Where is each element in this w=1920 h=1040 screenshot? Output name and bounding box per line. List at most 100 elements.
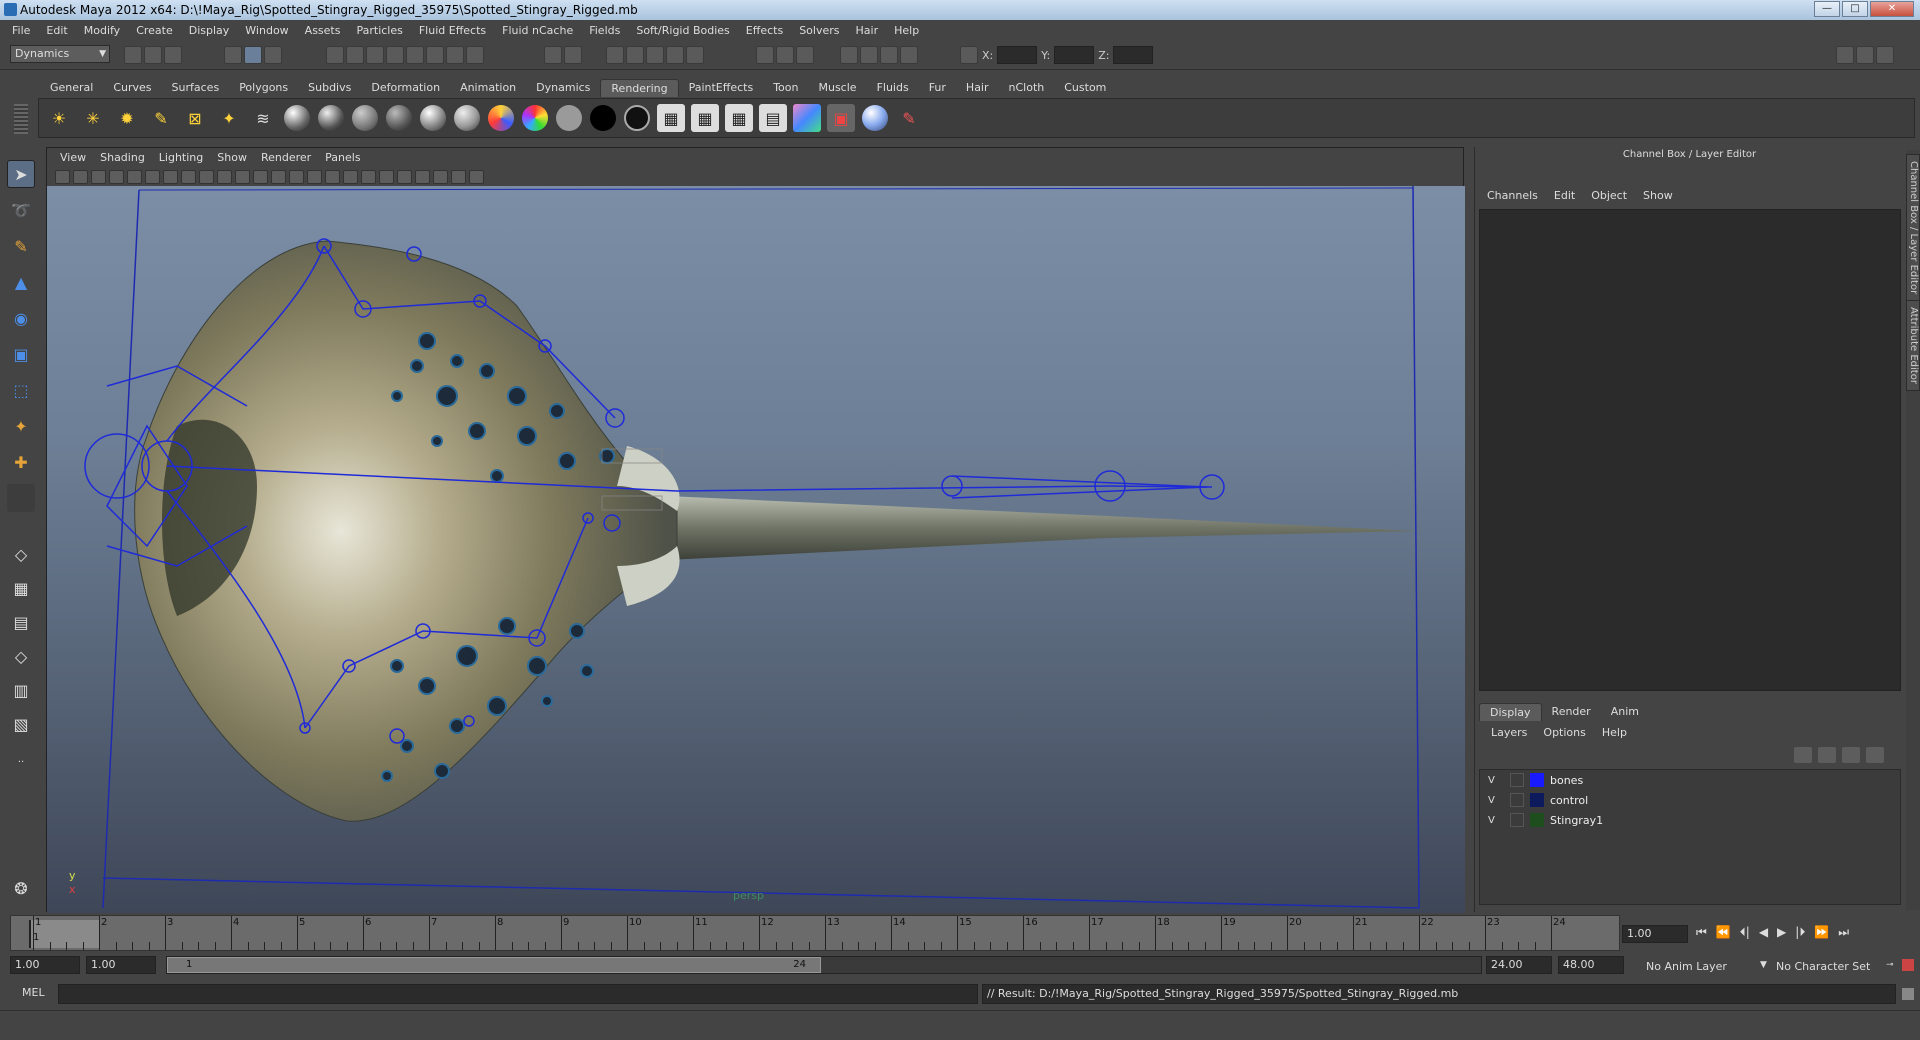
film-gate-icon[interactable] <box>181 169 196 184</box>
xray-joints-icon[interactable] <box>451 169 466 184</box>
mental-ray-icon[interactable] <box>861 104 889 132</box>
wireframe-on-shaded-icon[interactable] <box>325 169 340 184</box>
resolution-gate-icon[interactable] <box>199 169 214 184</box>
layer-menu-layers[interactable]: Layers <box>1483 726 1535 739</box>
shelf-tab-painteffects[interactable]: PaintEffects <box>679 79 764 97</box>
misc-mask-icon[interactable] <box>466 46 484 64</box>
two-d-pan-zoom-icon[interactable] <box>127 169 142 184</box>
step-forward-key-icon[interactable]: ⏩ <box>1814 925 1829 940</box>
menu-window[interactable]: Window <box>237 24 296 37</box>
lambert-material-icon[interactable] <box>351 104 379 132</box>
menu-fluid-effects[interactable]: Fluid Effects <box>411 24 494 37</box>
menu-display[interactable]: Display <box>181 24 238 37</box>
menu-effects[interactable]: Effects <box>738 24 791 37</box>
phong-material-icon[interactable] <box>419 104 447 132</box>
viewport-menu-show[interactable]: Show <box>210 151 254 164</box>
ramp-shader-icon[interactable] <box>487 104 515 132</box>
light-linking-icon[interactable]: ≋ <box>249 104 277 132</box>
shelf-tab-polygons[interactable]: Polygons <box>229 79 298 97</box>
viewport-menu-renderer[interactable]: Renderer <box>254 151 318 164</box>
shelf-tab-fur[interactable]: Fur <box>919 79 956 97</box>
shading-map-icon[interactable] <box>521 104 549 132</box>
grease-pencil-icon[interactable] <box>145 169 160 184</box>
wireframe-icon[interactable] <box>289 169 304 184</box>
layer-row[interactable]: V Stingray1 <box>1480 810 1900 830</box>
shelf-tab-custom[interactable]: Custom <box>1054 79 1116 97</box>
menu-edit[interactable]: Edit <box>38 24 75 37</box>
directional-light-icon[interactable]: ✳ <box>79 104 107 132</box>
select-component-icon[interactable] <box>264 46 282 64</box>
ipr-render-shelf-icon[interactable]: ▦ <box>725 104 753 132</box>
range-slider-thumb[interactable]: 1 24 <box>167 957 821 973</box>
move-layer-up-icon[interactable] <box>1794 747 1812 763</box>
y-field[interactable] <box>1054 46 1095 64</box>
layer-tab-display[interactable]: Display <box>1479 703 1542 721</box>
default-lighting-icon[interactable] <box>361 169 376 184</box>
menu-solvers[interactable]: Solvers <box>791 24 847 37</box>
field-chart-icon[interactable] <box>235 169 250 184</box>
playback-end-field[interactable]: 24.00 <box>1486 956 1552 974</box>
shelf-tab-curves[interactable]: Curves <box>103 79 161 97</box>
high-quality-icon[interactable] <box>469 169 484 184</box>
side-tab-attribute-editor[interactable]: Attribute Editor <box>1906 300 1920 391</box>
safe-action-icon[interactable] <box>253 169 268 184</box>
go-to-end-icon[interactable]: ⏭ <box>1838 925 1849 940</box>
camera-attributes-icon[interactable] <box>73 169 88 184</box>
batch-render-icon[interactable]: ▤ <box>759 104 787 132</box>
shadows-icon[interactable] <box>397 169 412 184</box>
hypershade-icon[interactable] <box>793 104 821 132</box>
command-input[interactable] <box>58 984 978 1004</box>
shelf-tab-surfaces[interactable]: Surfaces <box>162 79 230 97</box>
menu-fields[interactable]: Fields <box>581 24 628 37</box>
xray-icon[interactable] <box>433 169 448 184</box>
menu-particles[interactable]: Particles <box>348 24 410 37</box>
highlight-selection-icon[interactable] <box>564 46 582 64</box>
x-field[interactable] <box>997 46 1038 64</box>
current-time-field[interactable]: 1.00 <box>1622 925 1688 943</box>
shelf-tab-fluids[interactable]: Fluids <box>867 79 919 97</box>
select-object-icon[interactable] <box>244 46 262 64</box>
playback-start-field[interactable]: 1.00 <box>86 956 156 974</box>
menu-help[interactable]: Help <box>886 24 927 37</box>
joints-mask-icon[interactable] <box>346 46 364 64</box>
bookmarks-icon[interactable] <box>91 169 106 184</box>
menu-modify[interactable]: Modify <box>76 24 128 37</box>
uv-editor-layout-icon[interactable]: ▧ <box>7 710 35 738</box>
last-tool-icon[interactable] <box>7 484 35 512</box>
viewport-menu-panels[interactable]: Panels <box>318 151 367 164</box>
shelf-tab-animation[interactable]: Animation <box>450 79 526 97</box>
move-layer-down-icon[interactable] <box>1818 747 1836 763</box>
numeric-input-mode-icon[interactable] <box>960 46 978 64</box>
grid-toggle-icon[interactable] <box>163 169 178 184</box>
smooth-shade-icon[interactable] <box>307 169 322 184</box>
play-backwards-icon[interactable]: ◀ <box>1759 925 1768 940</box>
render-view-shelf-icon[interactable]: ▦ <box>657 104 685 132</box>
step-back-frame-icon[interactable]: ⏴| <box>1740 925 1750 940</box>
go-to-start-icon[interactable]: ⏮ <box>1696 925 1707 940</box>
four-view-layout-icon[interactable]: ▦ <box>7 574 35 602</box>
new-layer-from-selected-icon[interactable] <box>1866 747 1884 763</box>
lasso-tool-icon[interactable]: ➰ <box>7 196 35 224</box>
show-manipulator-icon[interactable]: ✚ <box>7 448 35 476</box>
layout-options-icon[interactable]: ·· <box>7 748 35 776</box>
handles-mask-icon[interactable] <box>326 46 344 64</box>
open-scene-icon[interactable] <box>144 46 162 64</box>
channel-box-area[interactable] <box>1479 209 1901 691</box>
range-slider[interactable]: 1 24 <box>166 956 1482 974</box>
make-live-icon[interactable] <box>686 46 704 64</box>
snap-grid-icon[interactable] <box>606 46 624 64</box>
select-hierarchy-icon[interactable] <box>224 46 242 64</box>
menu-hair[interactable]: Hair <box>848 24 887 37</box>
paint-brush-icon[interactable]: ✎ <box>895 104 923 132</box>
shelf-tab-ncloth[interactable]: nCloth <box>999 79 1055 97</box>
shelf-handle[interactable] <box>14 104 28 134</box>
minimize-button[interactable]: — <box>1814 1 1840 17</box>
layer-row[interactable]: V control <box>1480 790 1900 810</box>
viewport-menu-view[interactable]: View <box>53 151 93 164</box>
anim-layer-dropdown[interactable]: No Anim Layer <box>1646 960 1727 973</box>
ambient-light-icon[interactable]: ☀ <box>45 104 73 132</box>
snap-curve-icon[interactable] <box>626 46 644 64</box>
layer-visibility-toggle[interactable]: V <box>1488 775 1504 786</box>
surfaces-mask-icon[interactable] <box>386 46 404 64</box>
isolate-select-icon[interactable] <box>415 169 430 184</box>
